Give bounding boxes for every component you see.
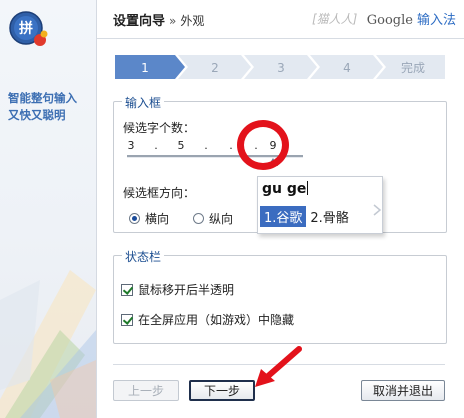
page-subtitle: 外观	[180, 14, 205, 28]
annotation-red-circle	[237, 120, 289, 170]
sidebar: 拼 智能整句输入 又快又聪明	[0, 0, 97, 418]
sidebar-slogan: 智能整句输入 又快又聪明	[8, 90, 94, 124]
preview-input-text: gu ge	[262, 181, 309, 197]
preview-candidate-row: 1.谷歌 2.骨骼	[260, 205, 353, 227]
slider-tick-label: .	[229, 139, 233, 152]
brand-ime: 输入法	[416, 13, 456, 28]
preview-candidate-selected: 1.谷歌	[260, 205, 307, 227]
app-logo-icon: 拼	[8, 10, 48, 50]
step-5-label: 完成	[401, 60, 425, 75]
decorative-pencil-icon	[0, 270, 96, 418]
step-3-label: 3	[277, 61, 285, 75]
slogan-line-2: 又快又聪明	[8, 108, 66, 122]
preview-input-value: gu ge	[262, 181, 307, 197]
wizard-title: 设置向导	[113, 14, 166, 29]
annotation-red-arrow-icon	[255, 346, 302, 387]
page-title: 设置向导» 外观	[113, 10, 204, 30]
slider-tick-label: .	[154, 139, 158, 152]
slider-tick-label: 3	[127, 139, 135, 152]
checkbox-checked-icon	[121, 313, 133, 326]
input-box-legend: 输入框	[122, 94, 165, 111]
brand-google: Google	[366, 13, 413, 28]
preview-candidate: 2.骨骼	[310, 210, 349, 226]
semi-transparent-label: 鼠标移开后半透明	[138, 283, 235, 297]
checkbox-checked-icon	[121, 283, 133, 296]
radio-selected-icon	[129, 213, 140, 224]
slogan-line-1: 智能整句输入	[8, 91, 77, 105]
semi-transparent-checkbox[interactable]: 鼠标移开后半透明	[121, 281, 234, 298]
direction-vertical-label: 纵向	[209, 212, 234, 226]
direction-horizontal-label: 横向	[145, 212, 170, 226]
watermark: [猫人人]	[312, 12, 358, 26]
radio-unselected-icon	[193, 213, 204, 224]
slider-tick-label: .	[204, 139, 208, 152]
svg-text:拼: 拼	[19, 20, 33, 37]
step-2-label: 2	[211, 61, 219, 75]
step-4-label: 4	[343, 61, 351, 75]
direction-horizontal-radio[interactable]: 横向	[129, 210, 169, 227]
candidate-window-preview: gu ge 1.谷歌 2.骨骼	[257, 176, 383, 234]
candidate-page-arrow-icon	[373, 204, 382, 216]
step-indicator: 1 2 3 4 完成	[115, 55, 445, 79]
cancel-exit-button[interactable]: 取消并退出	[361, 380, 445, 401]
step-1	[115, 55, 185, 79]
candidate-count-label: 候选字个数：	[123, 121, 196, 135]
next-button[interactable]: 下一步	[189, 380, 255, 401]
status-bar-group: 状态栏	[113, 248, 447, 344]
prev-button[interactable]: 上一步	[113, 380, 179, 401]
main-panel: 设置向导» 外观 [猫人人] Google 输入法 1 2 3 4 完成 输入框 候…	[97, 0, 464, 418]
direction-label: 候选框方向：	[123, 186, 196, 200]
breadcrumb-separator: »	[169, 14, 177, 28]
hide-fullscreen-label: 在全屏应用（如游戏）中隐藏	[138, 313, 295, 327]
hide-fullscreen-checkbox[interactable]: 在全屏应用（如游戏）中隐藏	[121, 311, 294, 328]
slider-tick-label: 5	[177, 139, 185, 152]
status-bar-legend: 状态栏	[122, 248, 165, 265]
text-cursor-icon	[307, 181, 309, 195]
title-divider	[97, 38, 464, 39]
brand-label: Google 输入法	[367, 9, 456, 28]
direction-vertical-radio[interactable]: 纵向	[193, 210, 233, 227]
step-1-label: 1	[141, 61, 149, 75]
